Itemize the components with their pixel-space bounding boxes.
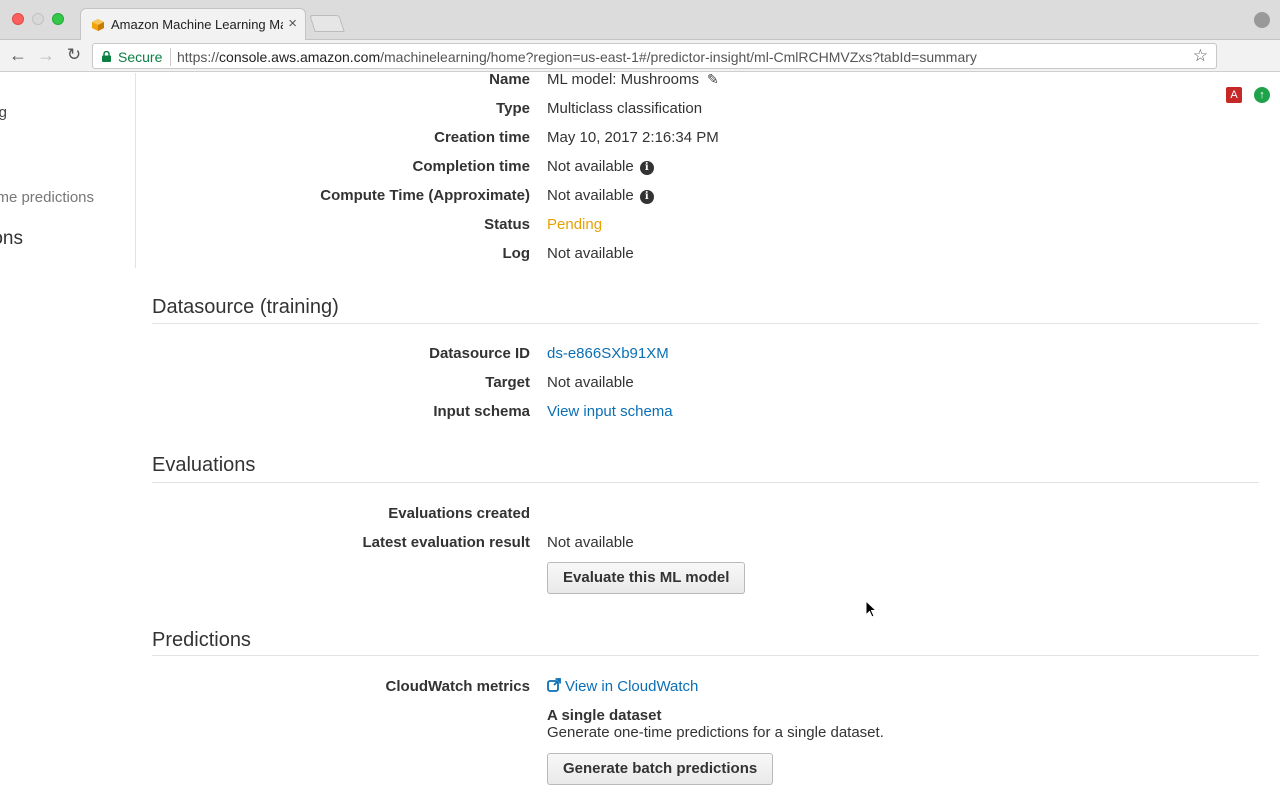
forward-arrow-icon[interactable]: → xyxy=(36,45,56,66)
secure-label: Secure xyxy=(118,49,163,65)
log-label: Log xyxy=(502,245,531,262)
row-evaluations-created: Evaluations created xyxy=(150,505,1250,529)
name-value: ML model: Mushrooms ✎ xyxy=(547,71,719,88)
row-target: Target Not available xyxy=(150,374,1250,398)
url-text[interactable]: https://console.aws.amazon.com/machinele… xyxy=(177,49,977,65)
section-divider xyxy=(152,482,1259,483)
reload-icon[interactable]: ↻ xyxy=(64,45,84,65)
compute-time-text: Not available xyxy=(547,187,634,204)
row-cloudwatch-metrics: CloudWatch metrics View in CloudWatch xyxy=(150,678,1250,702)
name-label: Name xyxy=(489,71,530,88)
type-value: Multiclass classification xyxy=(547,100,703,117)
profile-icon[interactable] xyxy=(1254,12,1270,28)
row-log: Log Not available xyxy=(150,245,1250,269)
window-close-button[interactable] xyxy=(12,13,24,25)
completion-time-value: Not available i xyxy=(547,158,654,175)
view-in-cloudwatch-text: View in CloudWatch xyxy=(565,678,699,695)
cloudwatch-metrics-label: CloudWatch metrics xyxy=(385,678,530,695)
evaluations-section-title: Evaluations xyxy=(152,454,256,476)
status-label: Status xyxy=(484,216,530,233)
url-host: console.aws.amazon.com xyxy=(219,49,381,65)
view-in-cloudwatch-link[interactable]: View in CloudWatch xyxy=(547,678,698,695)
sidebar-item-a[interactable]: g xyxy=(0,104,7,121)
row-name: Name ML model: Mushrooms ✎ xyxy=(150,71,1250,95)
single-dataset-description: Generate one-time predictions for a sing… xyxy=(547,724,884,741)
single-dataset-title: A single dataset xyxy=(547,707,662,724)
completion-time-label: Completion time xyxy=(412,158,530,175)
compute-time-value: Not available i xyxy=(547,187,654,204)
evaluations-created-label: Evaluations created xyxy=(388,505,530,522)
address-bar[interactable]: Secure https://console.aws.amazon.com/ma… xyxy=(92,43,1217,69)
row-input-schema: Input schema View input schema xyxy=(150,403,1250,427)
section-divider xyxy=(152,655,1259,656)
window-minimize-button[interactable] xyxy=(32,13,44,25)
back-arrow-icon[interactable]: ← xyxy=(8,45,28,66)
sidebar-item-c[interactable]: ons xyxy=(0,228,23,250)
target-value: Not available xyxy=(547,374,634,391)
row-completion-time: Completion time Not available i xyxy=(150,158,1250,182)
window-zoom-button[interactable] xyxy=(52,13,64,25)
sidebar-item-realtime-predictions[interactable]: me predictions xyxy=(0,189,94,206)
url-separator xyxy=(170,48,171,66)
url-scheme: https:// xyxy=(177,49,220,65)
new-tab-button[interactable] xyxy=(309,15,345,32)
lock-icon xyxy=(102,51,111,62)
creation-time-value: May 10, 2017 2:16:34 PM xyxy=(547,129,719,146)
pencil-edit-icon[interactable]: ✎ xyxy=(707,71,719,88)
mouse-cursor-icon xyxy=(865,600,877,618)
datasource-id-link[interactable]: ds-e866SXb91XM xyxy=(547,345,669,362)
view-input-schema-link[interactable]: View input schema xyxy=(547,403,673,420)
tab-title: Amazon Machine Learning Ma xyxy=(111,17,283,32)
section-divider xyxy=(152,323,1259,324)
info-icon[interactable]: i xyxy=(639,190,654,204)
row-datasource-id: Datasource ID ds-e866SXb91XM xyxy=(150,345,1250,369)
row-type: Type Multiclass classification xyxy=(150,100,1250,124)
datasource-id-label: Datasource ID xyxy=(429,345,530,362)
datasource-section-title: Datasource (training) xyxy=(152,296,339,318)
external-link-icon xyxy=(547,678,561,692)
bookmark-star-icon[interactable]: ☆ xyxy=(1193,46,1208,66)
row-status: Status Pending xyxy=(150,216,1250,240)
browser-tab-active[interactable]: Amazon Machine Learning Ma × xyxy=(80,8,306,40)
status-badge: Pending xyxy=(547,216,603,233)
browser-tab-bar: Amazon Machine Learning Ma × xyxy=(0,0,1280,40)
row-creation-time: Creation time May 10, 2017 2:16:34 PM xyxy=(150,129,1250,153)
row-latest-evaluation: Latest evaluation result Not available xyxy=(150,534,1250,558)
input-schema-label: Input schema xyxy=(433,403,530,420)
name-text: ML model: Mushrooms xyxy=(547,71,699,88)
log-value: Not available xyxy=(547,245,634,262)
latest-evaluation-label: Latest evaluation result xyxy=(362,534,530,551)
browser-toolbar: ← → ↻ Secure https://console.aws.amazon.… xyxy=(0,40,1280,103)
evaluate-model-button[interactable]: Evaluate this ML model xyxy=(547,562,746,594)
row-compute-time: Compute Time (Approximate) Not available… xyxy=(150,187,1250,211)
type-label: Type xyxy=(496,100,530,117)
tab-close-icon[interactable]: × xyxy=(288,15,297,32)
latest-evaluation-value: Not available xyxy=(547,534,634,551)
info-icon[interactable]: i xyxy=(639,161,654,175)
generate-batch-predictions-button[interactable]: Generate batch predictions xyxy=(547,753,774,785)
completion-time-text: Not available xyxy=(547,158,634,175)
creation-time-label: Creation time xyxy=(434,129,530,146)
compute-time-label: Compute Time (Approximate) xyxy=(320,187,530,204)
predictions-section-title: Predictions xyxy=(152,629,251,651)
aws-cube-icon xyxy=(92,19,104,31)
target-label: Target xyxy=(485,374,530,391)
url-path: /machinelearning/home?region=us-east-1#/… xyxy=(380,49,977,65)
update-extension-icon[interactable]: ↑ xyxy=(1254,87,1270,103)
sidebar: g me predictions ons xyxy=(0,73,136,268)
